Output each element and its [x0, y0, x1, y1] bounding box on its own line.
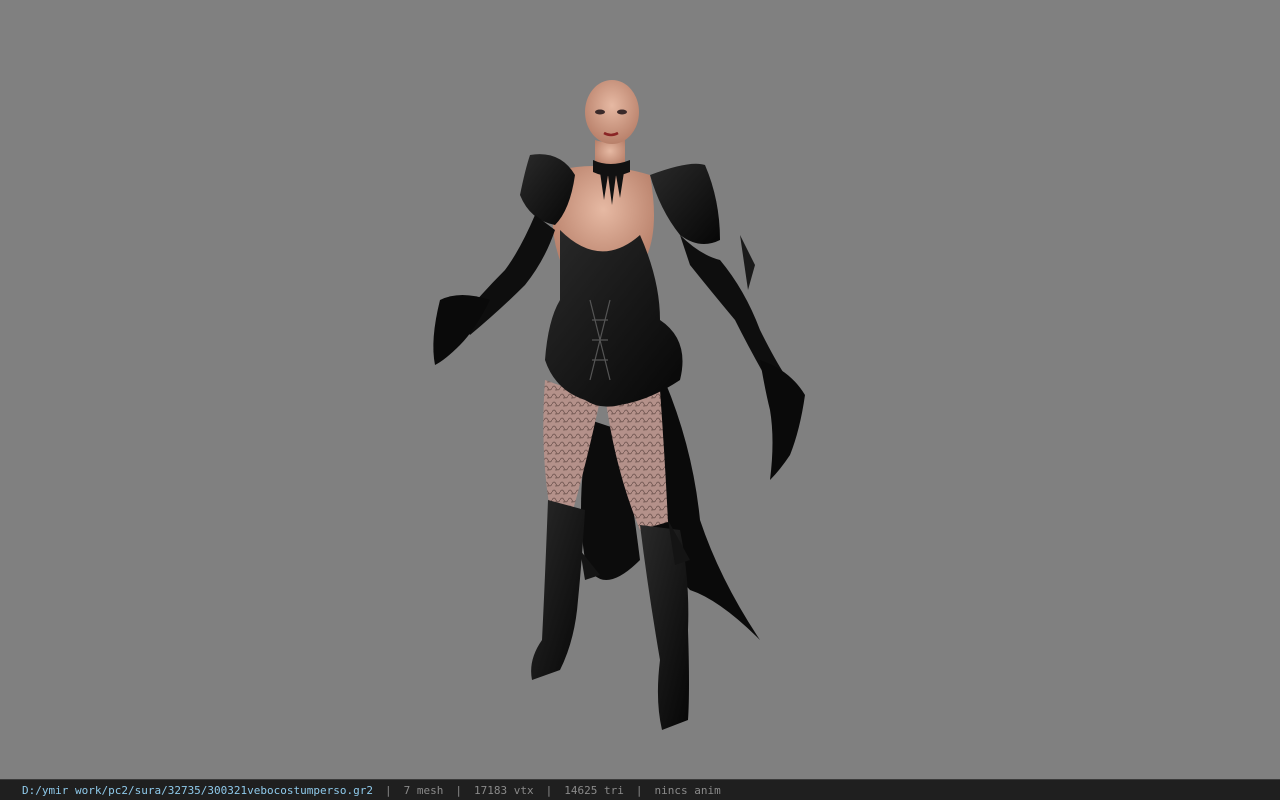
separator: | — [635, 783, 643, 797]
left-boot — [531, 500, 585, 680]
separator: | — [455, 783, 462, 797]
triangle-count-text: 14625 tri — [564, 783, 624, 797]
3d-viewport[interactable] — [0, 0, 1280, 779]
character-model — [433, 80, 805, 730]
file-path-text: D:/ymir work/pc2/sura/32735/300321veboco… — [22, 783, 373, 797]
separator: | — [545, 783, 553, 797]
mesh-count-text: 7 mesh — [403, 783, 444, 797]
right-pauldron — [650, 163, 720, 244]
left-hand — [433, 295, 490, 365]
vertex-count-text: 17183 vtx — [474, 783, 534, 797]
animation-status-text: nincs anim — [654, 783, 721, 797]
status-bar: D:/ymir work/pc2/sura/32735/300321veboco… — [0, 779, 1280, 800]
corset — [545, 230, 683, 407]
separator: | — [385, 783, 392, 797]
right-arm — [680, 235, 785, 385]
right-hand — [760, 360, 805, 480]
